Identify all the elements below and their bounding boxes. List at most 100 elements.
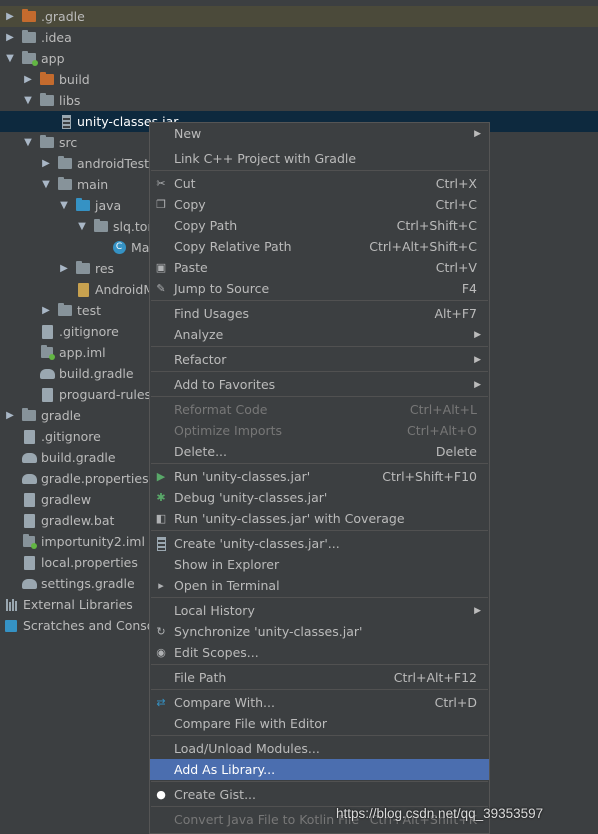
menu-item-synchronize[interactable]: ↻ Synchronize 'unity-classes.jar': [150, 621, 489, 642]
tree-row-idea[interactable]: ▶ .idea: [0, 27, 598, 48]
class-icon: C: [111, 241, 127, 255]
expand-arrow-icon[interactable]: ▶: [59, 263, 69, 274]
tree-label: gradle: [41, 408, 81, 423]
tree-row-app[interactable]: ▼ app: [0, 48, 598, 69]
menu-separator: [151, 371, 488, 372]
menu-item-jump-to-source[interactable]: ✎ Jump to Source F4: [150, 278, 489, 299]
folder-icon: [39, 93, 55, 108]
collapse-arrow-icon[interactable]: ▼: [59, 200, 69, 211]
collapse-arrow-icon[interactable]: ▼: [41, 179, 51, 190]
menu-item-file-path[interactable]: File Path Ctrl+Alt+F12: [150, 667, 489, 688]
menu-item-add-to-favorites[interactable]: Add to Favorites ▶: [150, 374, 489, 395]
menu-item-reformat-code[interactable]: Reformat Code Ctrl+Alt+L: [150, 399, 489, 420]
menu-shortcut: F4: [461, 281, 477, 296]
file-icon: [21, 555, 37, 570]
expand-arrow-icon[interactable]: ▶: [5, 32, 15, 43]
menu-item-label: Edit Scopes...: [174, 645, 259, 660]
menu-item-label: Copy: [174, 197, 206, 212]
file-icon: [21, 513, 37, 528]
collapse-arrow-icon[interactable]: ▼: [5, 53, 15, 64]
module-folder-icon: [21, 51, 38, 66]
package-icon: [93, 219, 109, 234]
collapse-arrow-icon[interactable]: ▼: [23, 137, 33, 148]
expand-arrow-icon[interactable]: ▶: [41, 305, 51, 316]
menu-item-cut[interactable]: ✂ Cut Ctrl+X: [150, 173, 489, 194]
menu-item-new[interactable]: New ▶: [150, 123, 489, 144]
tree-label: app: [41, 51, 65, 66]
menu-item-edit-scopes[interactable]: ◉ Edit Scopes...: [150, 642, 489, 663]
tree-label: libs: [59, 93, 81, 108]
menu-item-label: Paste: [174, 260, 208, 275]
submenu-arrow-icon: ▶: [474, 128, 481, 139]
menu-item-find-usages[interactable]: Find Usages Alt+F7: [150, 303, 489, 324]
menu-shortcut: Delete: [435, 444, 477, 459]
iml-file-icon: [21, 534, 37, 549]
tree-label: src: [59, 135, 78, 150]
menu-item-label: Copy Relative Path: [174, 239, 292, 254]
collapse-arrow-icon[interactable]: ▼: [23, 95, 33, 106]
menu-item-local-history[interactable]: Local History ▶: [150, 600, 489, 621]
submenu-arrow-icon: ▶: [474, 329, 481, 340]
menu-item-paste[interactable]: ▣ Paste Ctrl+V: [150, 257, 489, 278]
menu-item-label: Show in Explorer: [174, 557, 280, 572]
menu-item-label: New: [174, 126, 202, 141]
menu-separator: [151, 530, 488, 531]
tree-row-gradle-dir[interactable]: ▶ .gradle: [0, 6, 598, 27]
folder-icon: [21, 408, 37, 423]
menu-item-optimize-imports[interactable]: Optimize Imports Ctrl+Alt+O: [150, 420, 489, 441]
tree-label: local.properties: [41, 555, 138, 570]
menu-item-show-in-explorer[interactable]: Show in Explorer: [150, 554, 489, 575]
tree-label: proguard-rules: [59, 387, 152, 402]
menu-item-copy-relative-path[interactable]: Copy Relative Path Ctrl+Alt+Shift+C: [150, 236, 489, 257]
menu-item-analyze[interactable]: Analyze ▶: [150, 324, 489, 345]
folder-icon: [57, 303, 73, 318]
tree-label: build.gradle: [41, 450, 116, 465]
menu-item-load-unload-modules[interactable]: Load/Unload Modules...: [150, 738, 489, 759]
tree-label: AndroidM: [95, 282, 155, 297]
menu-shortcut: Ctrl+Shift+F10: [382, 469, 477, 484]
menu-item-debug[interactable]: ✱ Debug 'unity-classes.jar': [150, 487, 489, 508]
libraries-icon: [3, 598, 19, 612]
menu-separator: [151, 689, 488, 690]
menu-item-compare-with[interactable]: ⇄ Compare With... Ctrl+D: [150, 692, 489, 713]
menu-item-delete[interactable]: Delete... Delete: [150, 441, 489, 462]
menu-item-add-as-library[interactable]: Add As Library...: [150, 759, 489, 780]
menu-item-create-config[interactable]: Create 'unity-classes.jar'...: [150, 533, 489, 554]
menu-shortcut: Ctrl+Alt+O: [407, 423, 477, 438]
copy-icon: ❐: [156, 198, 166, 211]
menu-item-label: Load/Unload Modules...: [174, 741, 320, 756]
collapse-arrow-icon[interactable]: ▼: [77, 221, 87, 232]
menu-item-create-gist[interactable]: ● Create Gist...: [150, 784, 489, 805]
menu-item-link-cpp[interactable]: Link C++ Project with Gradle: [150, 148, 489, 169]
menu-item-label: Delete...: [174, 444, 227, 459]
menu-item-copy[interactable]: ❐ Copy Ctrl+C: [150, 194, 489, 215]
tree-row-build[interactable]: ▶ build: [0, 69, 598, 90]
bug-icon: ✱: [156, 491, 166, 504]
tree-label: java: [95, 198, 122, 213]
menu-shortcut: Ctrl+D: [434, 695, 477, 710]
menu-item-open-in-terminal[interactable]: ▸ Open in Terminal: [150, 575, 489, 596]
tree-label: settings.gradle: [41, 576, 135, 591]
sync-icon: ↻: [156, 625, 166, 638]
menu-item-label: Jump to Source: [174, 281, 270, 296]
menu-item-label: Reformat Code: [174, 402, 268, 417]
tree-label: External Libraries: [23, 597, 133, 612]
menu-item-run[interactable]: ▶ Run 'unity-classes.jar' Ctrl+Shift+F10: [150, 466, 489, 487]
expand-arrow-icon[interactable]: ▶: [41, 158, 51, 169]
tree-label: slq.tor: [113, 219, 153, 234]
expand-arrow-icon[interactable]: ▶: [5, 410, 15, 421]
tree-label: .idea: [41, 30, 72, 45]
menu-item-compare-file-with-editor[interactable]: Compare File with Editor: [150, 713, 489, 734]
tree-row-libs[interactable]: ▼ libs: [0, 90, 598, 111]
expand-arrow-icon[interactable]: ▶: [23, 74, 33, 85]
menu-item-label: File Path: [174, 670, 227, 685]
menu-item-label: Create Gist...: [174, 787, 257, 802]
context-menu: New ▶ Link C++ Project with Gradle ✂ Cut Ct…: [149, 122, 490, 834]
expand-arrow-icon[interactable]: ▶: [5, 11, 15, 22]
menu-item-copy-path[interactable]: Copy Path Ctrl+Shift+C: [150, 215, 489, 236]
menu-separator: [151, 463, 488, 464]
menu-item-refactor[interactable]: Refactor ▶: [150, 349, 489, 370]
folder-icon: [21, 30, 37, 45]
menu-item-run-coverage[interactable]: ◧ Run 'unity-classes.jar' with Coverage: [150, 508, 489, 529]
menu-item-label: Optimize Imports: [174, 423, 283, 438]
